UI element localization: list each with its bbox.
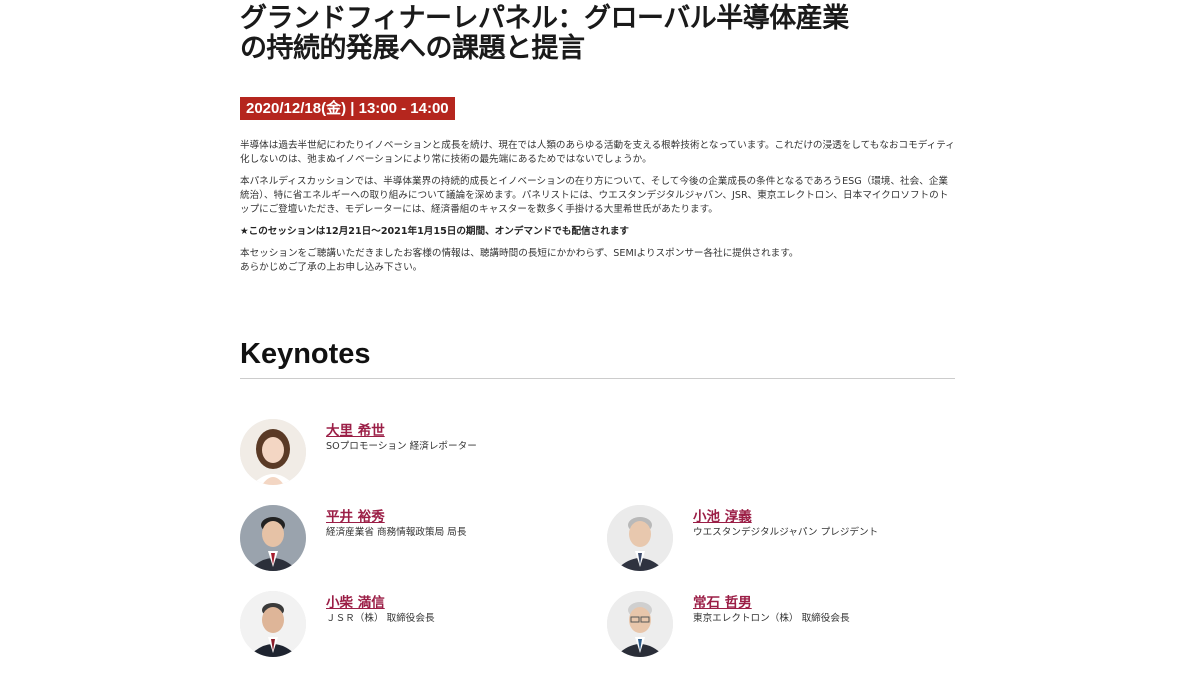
- speaker-name-link[interactable]: 常石 哲男: [693, 591, 752, 611]
- speaker-role: 東京エレクトロン（株） 取締役会長: [693, 613, 850, 624]
- session-content: グランドフィナーレパネル：グローバル半導体産業 の持続的発展への課題と提言 20…: [240, 0, 956, 275]
- session-description: 半導体は過去半世紀にわたりイノベーションと成長を続け、現在では人類のあらゆる活動…: [240, 139, 956, 275]
- privacy-notice-line-2: あらかじめご了承の上お申し込み下さい。: [240, 262, 423, 273]
- privacy-notice: 本セッションをご聴講いただきましたお客様の情報は、聴講時間の長短にかかわらず、S…: [240, 247, 956, 275]
- speaker-card: 小池 淳義 ウエスタンデジタルジャパン プレジデント: [607, 505, 947, 575]
- description-paragraph: 本パネルディスカッションでは、半導体業界の持続的成長とイノベーションの在り方につ…: [240, 176, 949, 215]
- session-title: グランドフィナーレパネル：グローバル半導体産業 の持続的発展への課題と提言: [240, 0, 956, 64]
- speaker-card: 常石 哲男 東京エレクトロン（株） 取締役会長: [607, 591, 947, 661]
- session-datetime-badge: 2020/12/18(金) | 13:00 - 14:00: [240, 97, 455, 120]
- speaker-role: 経済産業省 商務情報政策局 局長: [326, 527, 467, 538]
- speaker-card: 小柴 満信 ＪＳＲ（株） 取締役会長: [240, 591, 580, 661]
- session-title-line-2: の持続的発展への課題と提言: [240, 33, 585, 64]
- privacy-notice-line-1: 本セッションをご聴講いただきましたお客様の情報は、聴講時間の長短にかかわらず、S…: [240, 248, 799, 259]
- speaker-photo: [240, 505, 306, 571]
- speaker-photo: [607, 505, 673, 571]
- keynotes-heading: Keynotes: [240, 338, 371, 370]
- session-title-line-1: グランドフィナーレパネル：グローバル半導体産業: [240, 3, 849, 34]
- speaker-card: 平井 裕秀 経済産業省 商務情報政策局 局長: [240, 505, 580, 575]
- speaker-name-link[interactable]: 大里 希世: [326, 419, 385, 439]
- on-demand-notice: ★このセッションは12月21日～2021年1月15日の期間、オンデマンドでも配信…: [240, 226, 630, 237]
- description-paragraph: 半導体は過去半世紀にわたりイノベーションと成長を続け、現在では人類のあらゆる活動…: [240, 140, 955, 165]
- speaker-card: 大里 希世 SOプロモーション 経済レポーター: [240, 419, 580, 489]
- speaker-photo: [240, 419, 306, 485]
- keynotes-divider: [240, 378, 955, 379]
- speaker-photo: [607, 591, 673, 657]
- speaker-name-link[interactable]: 小池 淳義: [693, 505, 752, 525]
- speaker-role: SOプロモーション 経済レポーター: [326, 441, 477, 452]
- page: グランドフィナーレパネル：グローバル半導体産業 の持続的発展への課題と提言 20…: [0, 0, 1200, 675]
- speaker-name-link[interactable]: 平井 裕秀: [326, 505, 385, 525]
- speaker-role: ＪＳＲ（株） 取締役会長: [326, 613, 435, 624]
- speaker-role: ウエスタンデジタルジャパン プレジデント: [693, 527, 879, 538]
- speaker-photo: [240, 591, 306, 657]
- speaker-name-link[interactable]: 小柴 満信: [326, 591, 385, 611]
